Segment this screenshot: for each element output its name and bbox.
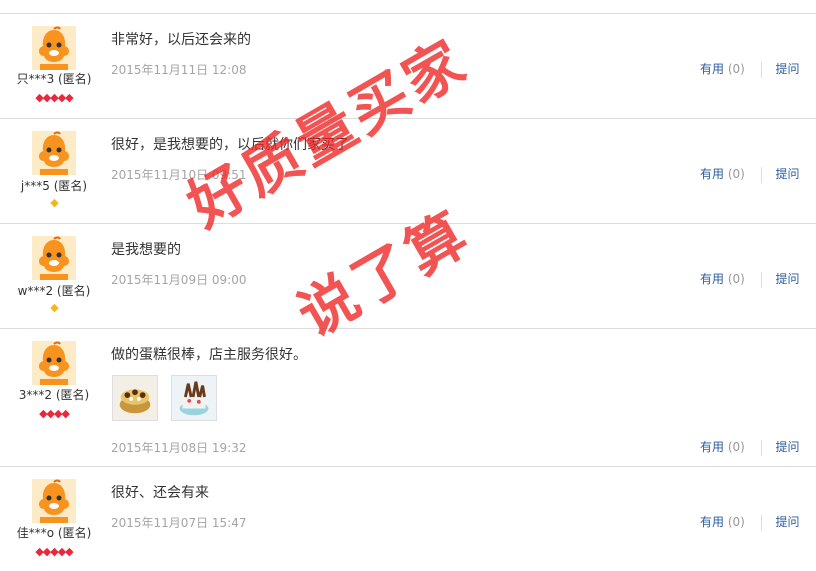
comment-actions: 有用 (0) 提问 <box>700 165 800 183</box>
comment-text: 是我想要的 <box>111 242 181 258</box>
useful-link[interactable]: 有用 <box>700 167 724 181</box>
ask-link[interactable]: 提问 <box>776 440 800 454</box>
useful-count: (0) <box>727 167 745 181</box>
ask-link[interactable]: 提问 <box>776 62 800 76</box>
divider <box>760 439 762 456</box>
user-rank-icons: ◆ <box>50 301 58 314</box>
comment-text: 非常好，以后还会来的 <box>111 32 251 48</box>
user-name: w***2 (匿名) <box>17 284 91 298</box>
avatar[interactable] <box>32 236 76 280</box>
review-item: w***2 (匿名) ◆ 是我想要的 2015年11月09日 09:00 有用 … <box>0 223 816 329</box>
comment-actions: 有用 (0) 提问 <box>700 513 800 531</box>
user-rank-icons: ◆◆◆◆ <box>39 407 70 420</box>
ask-link[interactable]: 提问 <box>776 167 800 181</box>
avatar[interactable] <box>32 341 76 385</box>
review-item: 佳***o (匿名) ◆◆◆◆◆ 很好、还会有来 2015年11月07日 15:… <box>0 466 816 571</box>
divider <box>760 166 762 183</box>
photo-thumbnail[interactable] <box>171 375 217 421</box>
photo-thumbnail[interactable] <box>112 375 158 421</box>
user-name: 佳***o (匿名) <box>16 526 92 540</box>
user-name: 只***3 (匿名) <box>16 72 92 86</box>
comment-actions: 有用 (0) 提问 <box>700 60 800 78</box>
comment-date: 2015年11月09日 09:00 <box>111 273 247 287</box>
review-item: 只***3 (匿名) ◆◆◆◆◆ 非常好，以后还会来的 2015年11月11日 … <box>0 13 816 119</box>
comment-actions: 有用 (0) 提问 <box>700 438 800 456</box>
user-rank-icons: ◆◆◆◆◆ <box>35 91 73 104</box>
avatar[interactable] <box>32 131 76 175</box>
ask-link[interactable]: 提问 <box>776 515 800 529</box>
review-item: 3***2 (匿名) ◆◆◆◆ 做的蛋糕很棒，店主服务很好。 2015年11月0… <box>0 328 816 466</box>
useful-count: (0) <box>727 272 745 286</box>
useful-count: (0) <box>727 62 745 76</box>
comment-date: 2015年11月08日 19:32 <box>111 441 247 455</box>
divider <box>760 514 762 531</box>
comment-text: 很好，是我想要的，以后就你们家买了 <box>111 137 349 153</box>
comment-text: 很好、还会有来 <box>111 485 209 501</box>
comment-date: 2015年11月07日 15:47 <box>111 516 247 530</box>
avatar[interactable] <box>32 479 76 523</box>
user-rank-icons: ◆◆◆◆◆ <box>35 545 73 558</box>
useful-link[interactable]: 有用 <box>700 272 724 286</box>
useful-link[interactable]: 有用 <box>700 515 724 529</box>
useful-link[interactable]: 有用 <box>700 440 724 454</box>
comment-date: 2015年11月11日 12:08 <box>111 63 247 77</box>
user-name: j***5 (匿名) <box>20 179 88 193</box>
avatar[interactable] <box>32 26 76 70</box>
user-name: 3***2 (匿名) <box>18 388 90 402</box>
useful-link[interactable]: 有用 <box>700 62 724 76</box>
useful-count: (0) <box>727 440 745 454</box>
divider <box>760 61 762 78</box>
useful-count: (0) <box>727 515 745 529</box>
ask-link[interactable]: 提问 <box>776 272 800 286</box>
user-rank-icons: ◆ <box>50 196 58 209</box>
comment-text: 做的蛋糕很棒，店主服务很好。 <box>111 347 307 363</box>
comment-actions: 有用 (0) 提问 <box>700 270 800 288</box>
review-item: j***5 (匿名) ◆ 很好，是我想要的，以后就你们家买了 2015年11月1… <box>0 118 816 224</box>
comment-date: 2015年11月10日 09:51 <box>111 168 247 182</box>
divider <box>760 271 762 288</box>
